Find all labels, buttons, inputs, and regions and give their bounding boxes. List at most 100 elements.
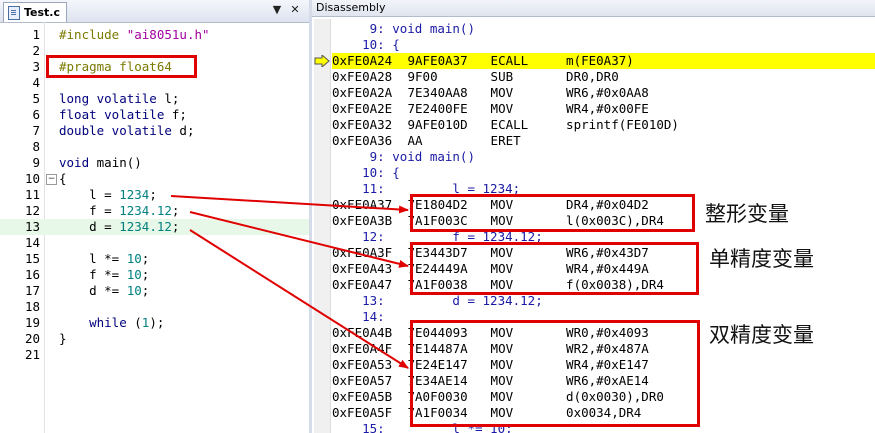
- code-line[interactable]: 18: [0, 299, 309, 315]
- disasm-source-line[interactable]: 10: {: [332, 37, 400, 53]
- code-line[interactable]: 8: [0, 139, 309, 155]
- disasm-code: 9F00: [407, 69, 438, 84]
- disassembly-margin: [314, 19, 331, 433]
- code-text: f = 1234.12;: [59, 203, 179, 219]
- disasm-addr: 0xFE0A5F: [332, 405, 393, 420]
- disasm-addr: 0xFE0A4B: [332, 325, 393, 340]
- float-variable-box: [410, 242, 699, 295]
- disasm-instruction[interactable]: 0xFE0A2A 7E340AA8 MOV WR6,#0x0AA8: [332, 85, 649, 101]
- float-variable-label: 单精度变量: [709, 247, 814, 271]
- disasm-op: MOV: [490, 85, 514, 100]
- code-token: while: [59, 315, 135, 330]
- line-number: 2: [32, 43, 40, 58]
- disasm-addr: 0xFE0A32: [332, 117, 393, 132]
- tab-test-c[interactable]: Test.c: [3, 2, 68, 22]
- line-number: 7: [32, 123, 40, 138]
- line-number: 14: [24, 235, 40, 250]
- code-token: double volatile: [59, 123, 180, 138]
- code-text: void main(): [59, 155, 142, 171]
- code-token: 1234: [119, 187, 150, 202]
- disasm-addr: 0xFE0A37: [332, 197, 393, 212]
- code-token: l *=: [59, 251, 127, 266]
- code-token: ;: [171, 203, 180, 218]
- code-line[interactable]: 9 void main(): [0, 155, 309, 171]
- line-number: 15: [24, 251, 40, 266]
- code-line[interactable]: 10−{: [0, 171, 309, 187]
- fold-toggle-icon[interactable]: −: [46, 174, 57, 185]
- line-number: 11: [24, 187, 40, 202]
- code-line[interactable]: 14: [0, 235, 309, 251]
- code-token: {: [59, 171, 67, 186]
- disasm-instruction[interactable]: 0xFE0A36 AA ERET: [332, 133, 566, 149]
- code-line[interactable]: 7 double volatile d;: [0, 123, 309, 139]
- code-line[interactable]: 11 l = 1234;: [0, 187, 309, 203]
- line-number: 8: [32, 139, 40, 154]
- line-number: 18: [24, 299, 40, 314]
- code-line[interactable]: 21: [0, 347, 309, 363]
- code-token: void: [59, 155, 97, 170]
- code-token: f *=: [59, 267, 127, 282]
- disasm-addr: 0xFE0A43: [332, 261, 393, 276]
- disasm-op: MOV: [490, 101, 514, 116]
- close-icon[interactable]: ✕: [288, 3, 302, 16]
- code-text: l = 1234;: [59, 187, 157, 203]
- int-variable-box: [410, 194, 695, 232]
- disasm-code: 7E340AA8: [407, 85, 468, 100]
- code-token: float volatile: [59, 107, 172, 122]
- disasm-source-line[interactable]: 10: {: [332, 165, 400, 181]
- code-token: main(): [96, 155, 142, 170]
- int-variable-label: 整形变量: [705, 202, 789, 226]
- disasm-addr: 0xFE0A5B: [332, 389, 393, 404]
- code-line[interactable]: 5 long volatile l;: [0, 91, 309, 107]
- code-text: #include "ai8051u.h": [59, 27, 210, 43]
- code-token: #include: [59, 27, 127, 42]
- code-token: ;: [171, 219, 180, 234]
- disasm-addr: 0xFE0A57: [332, 373, 393, 388]
- code-token: d;: [179, 123, 195, 138]
- code-text: double volatile d;: [59, 123, 194, 139]
- code-token: l =: [59, 187, 120, 202]
- disasm-source-line[interactable]: 9: void main(): [332, 149, 475, 165]
- code-text: float volatile f;: [59, 107, 187, 123]
- disasm-code: 9AFE0A37: [407, 53, 468, 68]
- disasm-instruction[interactable]: 0xFE0A24 9AFE0A37 ECALL m(FE0A37): [332, 53, 634, 69]
- disasm-addr: 0xFE0A3F: [332, 245, 393, 260]
- code-line[interactable]: 17 d *= 10;: [0, 283, 309, 299]
- code-line[interactable]: 15 l *= 10;: [0, 251, 309, 267]
- code-line[interactable]: 1 #include "ai8051u.h": [0, 27, 309, 43]
- code-line[interactable]: 19 while (1);: [0, 315, 309, 331]
- code-line[interactable]: 16 f *= 10;: [0, 267, 309, 283]
- code-line[interactable]: 20}: [0, 331, 309, 347]
- disasm-source-line[interactable]: 14:: [332, 309, 385, 325]
- code-line[interactable]: 12 f = 1234.12;: [0, 203, 309, 219]
- code-token: ;: [149, 187, 157, 202]
- code-token: (: [134, 315, 142, 330]
- line-number: 9: [32, 155, 40, 170]
- disasm-op: ERET: [490, 133, 521, 148]
- disasm-op: ECALL: [490, 53, 529, 68]
- disassembly-title: Disassembly: [312, 0, 875, 17]
- disasm-addr: 0xFE0A3B: [332, 213, 393, 228]
- disasm-instruction[interactable]: 0xFE0A2E 7E2400FE MOV WR4,#0x00FE: [332, 101, 649, 117]
- pragma-highlight-box: [46, 55, 197, 78]
- code-token: d =: [59, 219, 120, 234]
- disasm-source-line[interactable]: 13: d = 1234.12;: [332, 293, 543, 309]
- line-number: 3: [32, 59, 40, 74]
- disasm-instruction[interactable]: 0xFE0A32 9AFE010D ECALL sprintf(FE010D): [332, 117, 679, 133]
- disasm-addr: 0xFE0A53: [332, 357, 393, 372]
- disasm-arg: m(FE0A37): [566, 53, 634, 68]
- disasm-source-line[interactable]: 9: void main(): [332, 21, 475, 37]
- disasm-addr: 0xFE0A2E: [332, 101, 393, 116]
- code-token: "ai8051u.h": [126, 27, 210, 42]
- double-variable-label: 双精度变量: [709, 323, 814, 347]
- code-line[interactable]: 6 float volatile f;: [0, 107, 309, 123]
- line-number: 5: [32, 91, 40, 106]
- code-token: );: [149, 315, 165, 330]
- line-number: 1: [32, 27, 40, 42]
- code-text: while (1);: [59, 315, 164, 331]
- code-line[interactable]: 13 d = 1234.12;: [0, 219, 309, 235]
- tab-dropdown-icon[interactable]: ▼: [270, 3, 284, 16]
- disasm-instruction[interactable]: 0xFE0A28 9F00 SUB DR0,DR0: [332, 69, 619, 85]
- tab-label: Test.c: [24, 6, 61, 19]
- line-number: 4: [32, 75, 40, 90]
